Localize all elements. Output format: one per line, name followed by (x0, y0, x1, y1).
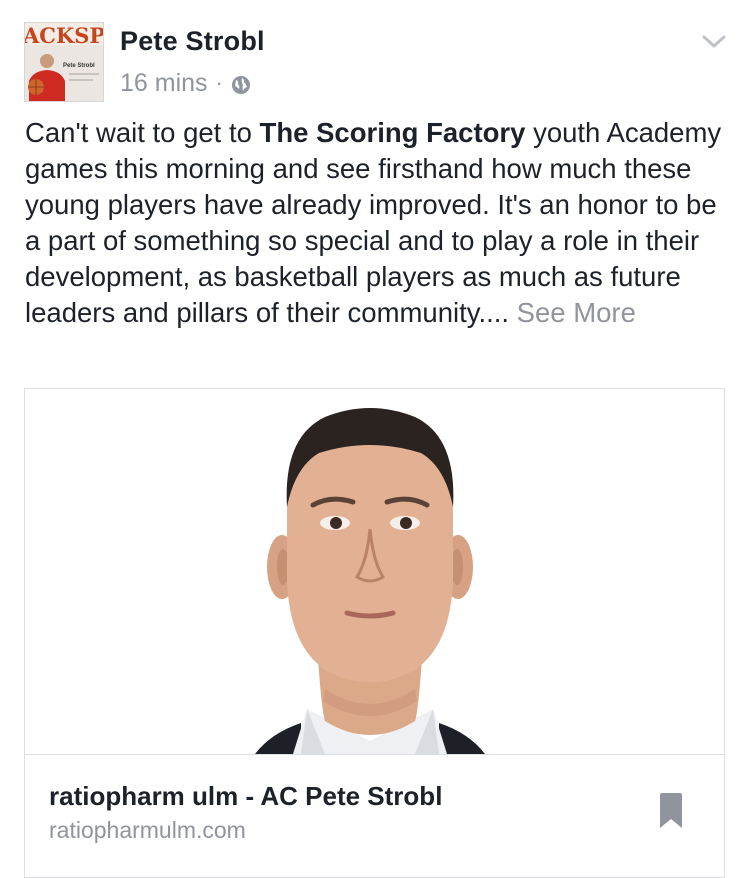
author-name[interactable]: Pete Strobl (120, 26, 265, 57)
post-timestamp[interactable]: 16 mins (120, 69, 208, 98)
feed-post: ACKSPI Pete Strobl Pete Strobl 16 mins · (0, 0, 750, 878)
post-body-text: Can't wait to get to The Scoring Factory… (25, 115, 730, 331)
post-text-intro: Can't wait to get to (25, 117, 260, 148)
link-preview-image[interactable] (25, 389, 724, 754)
meta-separator: · (215, 70, 223, 95)
author-avatar[interactable]: ACKSPI Pete Strobl (24, 22, 104, 102)
avatar-caption: Pete Strobl (63, 63, 95, 69)
card-divider (25, 754, 724, 755)
link-preview-title[interactable]: ratiopharm ulm - AC Pete Strobl (49, 781, 442, 812)
page-link-scoring-factory[interactable]: The Scoring Factory (260, 117, 526, 148)
link-preview-domain[interactable]: ratiopharmulm.com (49, 817, 246, 844)
bookmark-icon[interactable] (658, 792, 684, 830)
post-meta: 16 mins · (120, 68, 251, 98)
avatar-banner-text: ACKSPI (25, 23, 103, 48)
globe-icon[interactable] (231, 73, 251, 94)
link-preview-card[interactable]: ratiopharm ulm - AC Pete Strobl ratiopha… (24, 388, 725, 878)
see-more-link[interactable]: See More (517, 297, 636, 328)
chevron-down-icon[interactable] (700, 32, 728, 52)
avatar-image: ACKSPI Pete Strobl (25, 23, 103, 101)
